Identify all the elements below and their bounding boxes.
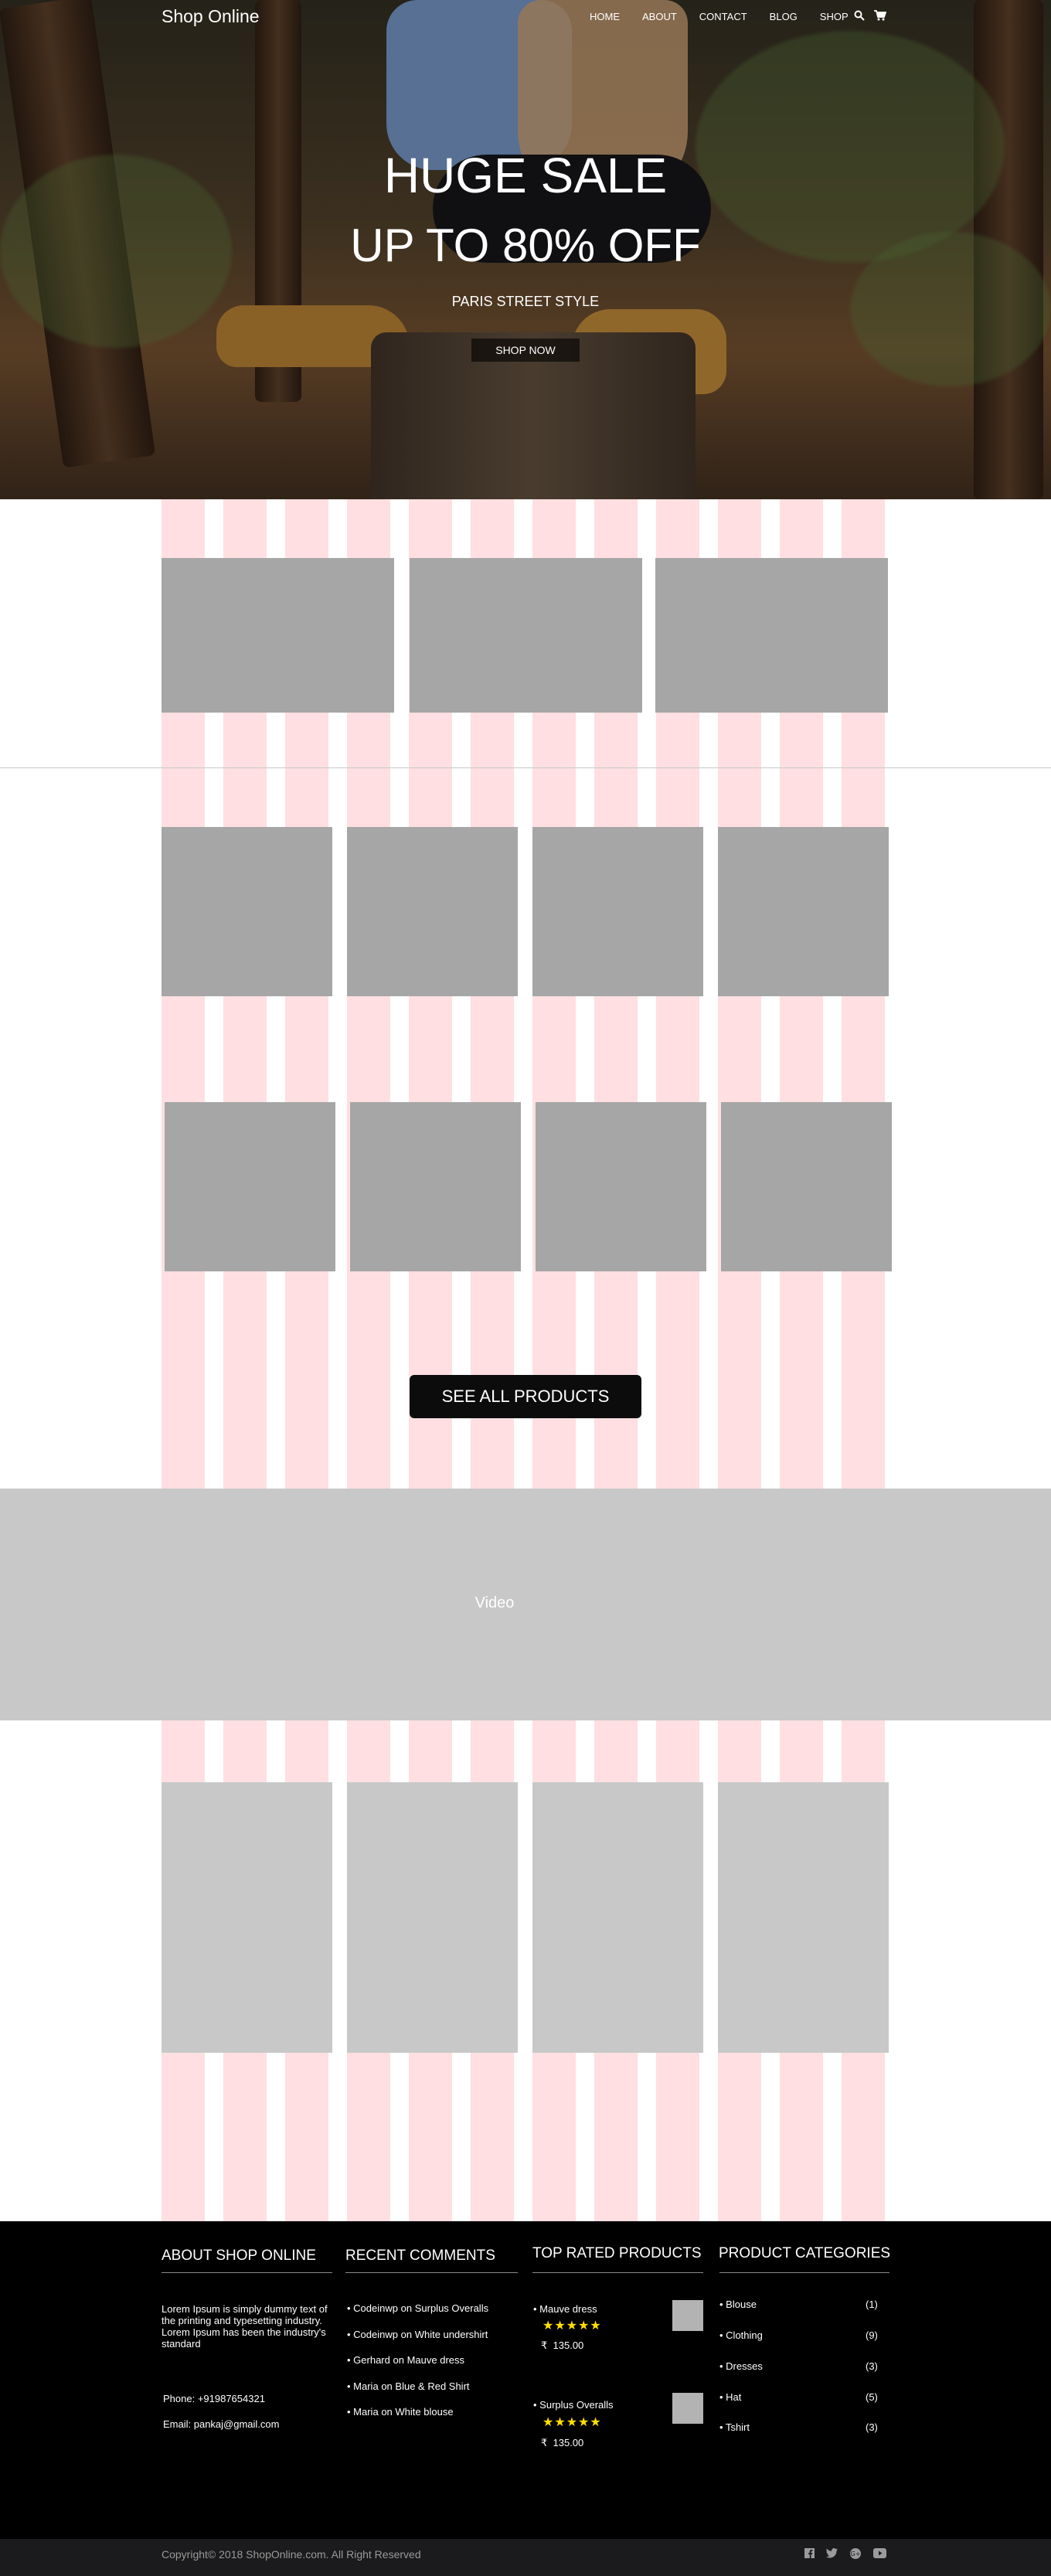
- comment-item[interactable]: • Codeinwp on White undershirt: [347, 2329, 488, 2340]
- product-card[interactable]: [718, 827, 889, 996]
- top-rated-item-price: ₹ 135.00: [541, 2339, 584, 2351]
- footer-about-text: Lorem Ipsum is simply dummy text of the …: [162, 2303, 328, 2350]
- category-banner[interactable]: [655, 558, 888, 713]
- nav-home[interactable]: HOME: [590, 11, 620, 22]
- youtube-icon[interactable]: [873, 2548, 886, 2561]
- top-rated-item-name[interactable]: • Mauve dress: [533, 2303, 597, 2315]
- footer-comments-heading: RECENT COMMENTS: [345, 2248, 495, 2264]
- feature-tile[interactable]: [347, 1782, 518, 2053]
- footer-email[interactable]: Email: pankaj@gmail.com: [163, 2418, 279, 2430]
- footer-bottom-bar: [0, 2539, 1051, 2576]
- feature-tile[interactable]: [532, 1782, 703, 2053]
- facebook-icon[interactable]: [804, 2548, 815, 2561]
- footer-heading-underline: [162, 2272, 332, 2273]
- feature-tile[interactable]: [718, 1782, 889, 2053]
- top-rated-item-price: ₹ 135.00: [541, 2437, 584, 2448]
- category-count: (5): [866, 2391, 878, 2403]
- section-divider: [0, 767, 1051, 768]
- search-icon[interactable]: [854, 10, 865, 24]
- cart-icon[interactable]: [874, 10, 887, 24]
- hero-title: HUGE SALE: [383, 148, 668, 203]
- category-count: (9): [866, 2329, 878, 2341]
- twitter-icon[interactable]: [826, 2548, 838, 2561]
- category-link[interactable]: • Hat: [719, 2391, 741, 2403]
- footer-heading-underline: [719, 2272, 889, 2273]
- main-nav: HOME ABOUT CONTACT BLOG SHOP: [590, 11, 871, 22]
- footer-categories-heading: PRODUCT CATEGORIES: [719, 2245, 891, 2261]
- nav-blog[interactable]: BLOG: [770, 11, 798, 22]
- product-card[interactable]: [532, 827, 703, 996]
- product-card[interactable]: [165, 1102, 335, 1271]
- product-card[interactable]: [347, 827, 518, 996]
- footer-heading-underline: [345, 2272, 518, 2273]
- footer-top-rated-heading: TOP RATED PRODUCTS: [532, 2245, 702, 2261]
- comment-item[interactable]: • Maria on White blouse: [347, 2406, 454, 2418]
- nav-about[interactable]: ABOUT: [642, 11, 677, 22]
- category-banner[interactable]: [410, 558, 642, 713]
- product-card[interactable]: [350, 1102, 521, 1271]
- footer: [0, 2221, 1051, 2539]
- category-count: (3): [866, 2360, 878, 2372]
- site-logo[interactable]: Shop Online: [162, 6, 260, 27]
- product-thumbnail[interactable]: [672, 2300, 703, 2331]
- feature-tile[interactable]: [162, 1782, 332, 2053]
- svg-text:G+: G+: [851, 2550, 861, 2557]
- footer-about-heading: ABOUT SHOP ONLINE: [162, 2248, 316, 2264]
- nav-contact[interactable]: CONTACT: [699, 11, 747, 22]
- rating-stars: ★★★★★: [543, 2416, 602, 2429]
- nav-shop[interactable]: SHOP: [820, 11, 849, 22]
- hero-subtitle: UP TO 80% OFF: [350, 219, 701, 271]
- category-count: (3): [866, 2421, 878, 2433]
- copyright-text: Copyright© 2018 ShopOnline.com. All Righ…: [162, 2548, 421, 2561]
- top-rated-item-name[interactable]: • Surplus Overalls: [533, 2399, 614, 2411]
- category-link[interactable]: • Blouse: [719, 2299, 757, 2310]
- category-link[interactable]: • Dresses: [719, 2360, 763, 2372]
- footer-phone: Phone: +91987654321: [163, 2393, 265, 2404]
- rating-stars: ★★★★★: [543, 2319, 602, 2333]
- category-link[interactable]: • Tshirt: [719, 2421, 750, 2433]
- product-card[interactable]: [721, 1102, 892, 1271]
- comment-item[interactable]: • Gerhard on Mauve dress: [347, 2354, 464, 2366]
- video-label: Video: [474, 1594, 515, 1611]
- comment-item[interactable]: • Codeinwp on Surplus Overalls: [347, 2302, 488, 2314]
- category-link[interactable]: • Clothing: [719, 2329, 763, 2341]
- footer-heading-underline: [532, 2272, 703, 2273]
- see-all-products-button[interactable]: SEE ALL PRODUCTS: [410, 1375, 641, 1418]
- google-plus-icon[interactable]: G+: [850, 2548, 861, 2561]
- category-banner[interactable]: [162, 558, 394, 713]
- product-card[interactable]: [536, 1102, 706, 1271]
- comment-item[interactable]: • Maria on Blue & Red Shirt: [347, 2380, 470, 2392]
- category-count: (1): [866, 2299, 878, 2310]
- product-card[interactable]: [162, 827, 332, 996]
- product-thumbnail[interactable]: [672, 2393, 703, 2424]
- hero-tagline: PARIS STREET STYLE: [451, 294, 600, 309]
- shop-now-button[interactable]: SHOP NOW: [471, 339, 580, 362]
